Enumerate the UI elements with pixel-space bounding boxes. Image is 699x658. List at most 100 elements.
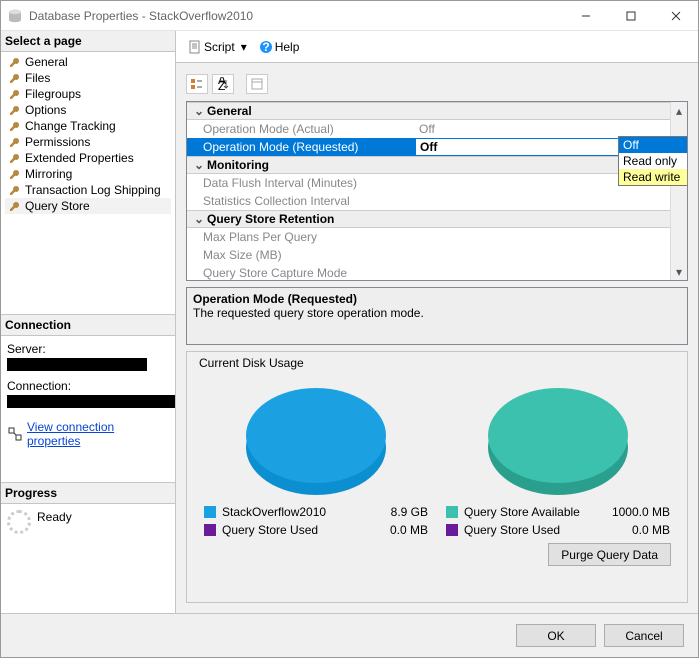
- alphabetical-button[interactable]: AZ: [212, 74, 234, 94]
- view-connection-properties-link[interactable]: View connection properties: [27, 420, 169, 448]
- query-store-disk-chart: Query Store Available 1000.0 MB Query Stor…: [446, 382, 670, 537]
- connection-value-redacted: [7, 395, 175, 408]
- row-data-flush-interval[interactable]: Data Flush Interval (Minutes): [187, 174, 687, 192]
- property-description: Operation Mode (Requested) The requested…: [186, 287, 688, 345]
- connection-panel: Server: Connection: View connection prop…: [1, 336, 175, 452]
- property-grid: ⌄General Operation Mode (Actual) Off Ope…: [186, 101, 688, 281]
- legend-value: 8.9 GB: [358, 505, 428, 519]
- legend-swatch: [204, 524, 216, 536]
- operation-mode-dropdown[interactable]: Off Read only Read write: [618, 136, 688, 186]
- row-max-plans-per-query[interactable]: Max Plans Per Query: [187, 228, 687, 246]
- server-value-redacted: [7, 358, 147, 371]
- collapse-icon[interactable]: ⌄: [191, 104, 207, 118]
- legend-value: 0.0 MB: [600, 523, 670, 537]
- sidebar-page-mirroring[interactable]: Mirroring: [5, 166, 171, 182]
- progress-panel: Ready: [1, 504, 175, 614]
- maximize-button[interactable]: [608, 2, 653, 30]
- row-operation-mode-actual[interactable]: Operation Mode (Actual) Off: [187, 120, 687, 138]
- scroll-up-icon[interactable]: ▴: [671, 102, 687, 119]
- sidebar-page-files[interactable]: Files: [5, 70, 171, 86]
- help-icon: ?: [259, 40, 273, 54]
- dropdown-option-read-only[interactable]: Read only: [619, 153, 688, 169]
- titlebar: Database Properties - StackOverflow2010: [1, 1, 698, 31]
- server-label: Server:: [7, 342, 169, 356]
- sidebar-page-permissions[interactable]: Permissions: [5, 134, 171, 150]
- minimize-button[interactable]: [563, 2, 608, 30]
- purge-query-data-button[interactable]: Purge Query Data: [548, 543, 671, 566]
- wrench-icon: [7, 87, 21, 101]
- chevron-down-icon: ▾: [241, 40, 247, 54]
- script-button[interactable]: Script ▾: [184, 38, 251, 56]
- disk-usage-title: Current Disk Usage: [195, 356, 308, 370]
- legend-swatch: [446, 524, 458, 536]
- toolbar: Script ▾ ? Help: [176, 31, 698, 63]
- row-max-size-mb[interactable]: Max Size (MB): [187, 246, 687, 264]
- wrench-icon: [7, 55, 21, 69]
- collapse-icon[interactable]: ⌄: [191, 158, 207, 172]
- legend-value: 1000.0 MB: [600, 505, 670, 519]
- row-capture-mode[interactable]: Query Store Capture Mode: [187, 264, 687, 281]
- description-title: Operation Mode (Requested): [193, 292, 681, 306]
- sidebar-page-general[interactable]: General: [5, 54, 171, 70]
- row-operation-mode-requested[interactable]: Operation Mode (Requested) Off ⌄: [187, 138, 687, 156]
- category-general[interactable]: ⌄General: [187, 102, 687, 120]
- page-list: GeneralFilesFilegroupsOptionsChange Trac…: [1, 52, 175, 216]
- dropdown-option-off[interactable]: Off: [619, 137, 688, 153]
- sidebar-page-options[interactable]: Options: [5, 102, 171, 118]
- property-grid-toolbar: AZ: [186, 73, 688, 95]
- wrench-icon: [7, 71, 21, 85]
- sidebar-page-query-store[interactable]: Query Store: [5, 198, 171, 214]
- dialog-footer: OK Cancel: [1, 613, 698, 657]
- svg-text:?: ?: [262, 40, 269, 54]
- progress-header: Progress: [1, 482, 175, 504]
- sidebar: Select a page GeneralFilesFilegroupsOpti…: [1, 31, 176, 613]
- disk-usage-group: Current Disk Usage StackOverflow2010 8.9 …: [186, 351, 688, 603]
- sidebar-page-transaction-log-shipping[interactable]: Transaction Log Shipping: [5, 182, 171, 198]
- cancel-button[interactable]: Cancel: [604, 624, 684, 647]
- sidebar-page-change-tracking[interactable]: Change Tracking: [5, 118, 171, 134]
- dropdown-option-read-write[interactable]: Read write: [619, 169, 688, 185]
- wrench-icon: [7, 135, 21, 149]
- script-label: Script: [204, 40, 235, 54]
- progress-status: Ready: [37, 510, 72, 524]
- connection-label: Connection:: [7, 379, 169, 393]
- legend-label: Query Store Used: [464, 523, 594, 537]
- help-button[interactable]: ? Help: [255, 38, 304, 56]
- wrench-icon: [7, 119, 21, 133]
- legend-label: StackOverflow2010: [222, 505, 352, 519]
- select-page-header: Select a page: [1, 31, 175, 52]
- legend-label: Query Store Used: [222, 523, 352, 537]
- progress-spinner-icon: [7, 510, 31, 534]
- connection-properties-icon: [7, 426, 23, 442]
- wrench-icon: [7, 167, 21, 181]
- dialog-window: Database Properties - StackOverflow2010 …: [0, 0, 699, 658]
- category-monitoring[interactable]: ⌄Monitoring: [187, 156, 687, 174]
- wrench-icon: [7, 151, 21, 165]
- grid-scrollbar[interactable]: ▴ ▾: [670, 102, 687, 280]
- script-icon: [188, 40, 202, 54]
- description-text: The requested query store operation mode…: [193, 306, 681, 320]
- database-disk-chart: StackOverflow2010 8.9 GB Query Store Used 0…: [204, 382, 428, 537]
- categorized-button[interactable]: [186, 74, 208, 94]
- scroll-down-icon[interactable]: ▾: [671, 263, 687, 280]
- wrench-icon: [7, 183, 21, 197]
- close-button[interactable]: [653, 2, 698, 30]
- row-statistics-collection-interval[interactable]: Statistics Collection Interval: [187, 192, 687, 210]
- legend-label: Query Store Available: [464, 505, 594, 519]
- wrench-icon: [7, 199, 21, 213]
- legend-swatch: [446, 506, 458, 518]
- property-pages-button[interactable]: [246, 74, 268, 94]
- connection-header: Connection: [1, 314, 175, 336]
- database-icon: [7, 8, 23, 24]
- legend-value: 0.0 MB: [358, 523, 428, 537]
- legend-swatch: [204, 506, 216, 518]
- wrench-icon: [7, 103, 21, 117]
- collapse-icon[interactable]: ⌄: [191, 212, 207, 226]
- ok-button[interactable]: OK: [516, 624, 596, 647]
- sidebar-page-filegroups[interactable]: Filegroups: [5, 86, 171, 102]
- help-label: Help: [275, 40, 300, 54]
- category-query-store-retention[interactable]: ⌄Query Store Retention: [187, 210, 687, 228]
- window-title: Database Properties - StackOverflow2010: [29, 9, 563, 23]
- svg-text:Z: Z: [218, 79, 225, 91]
- sidebar-page-extended-properties[interactable]: Extended Properties: [5, 150, 171, 166]
